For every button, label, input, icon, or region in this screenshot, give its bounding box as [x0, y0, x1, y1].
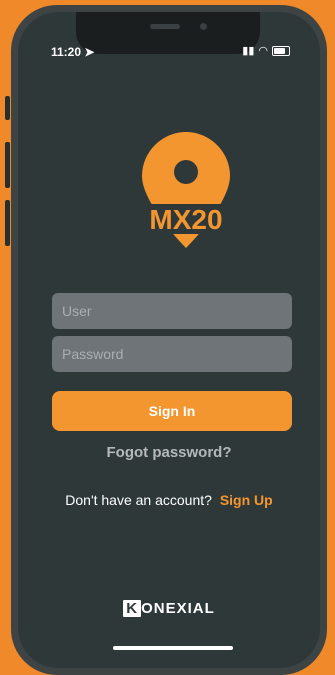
wifi-icon: ◠ [258, 45, 268, 57]
sign-up-link[interactable]: Sign Up [220, 492, 273, 508]
speaker [150, 24, 180, 29]
brand-rest: ONEXIAL [141, 600, 215, 617]
phone-frame: 11:20 ➤ ▮▮ ◠ MX20 Sign In Fogot password… [11, 5, 327, 675]
user-input[interactable] [52, 293, 292, 329]
logo-text: MX20 [149, 204, 222, 235]
side-button-volume-down [5, 200, 10, 246]
battery-icon [272, 45, 290, 56]
status-time-text: 11:20 [51, 45, 82, 59]
no-account-text: Don't have an account? [65, 492, 212, 508]
notch [76, 12, 260, 54]
camera [200, 23, 207, 30]
signup-row: Don't have an account? Sign Up [18, 492, 320, 508]
sign-in-button[interactable]: Sign In [52, 391, 292, 431]
status-icons: ▮▮ ◠ [242, 44, 290, 57]
forgot-password-link[interactable]: Fogot password? [18, 444, 320, 461]
side-button-volume-up [5, 142, 10, 188]
mx20-logo: MX20 [126, 132, 246, 248]
screen: 11:20 ➤ ▮▮ ◠ MX20 Sign In Fogot password… [18, 12, 320, 668]
pin-hole [174, 160, 198, 184]
brand-first-letter: K [123, 600, 142, 617]
signal-icon: ▮▮ [242, 45, 255, 57]
password-input[interactable] [52, 336, 292, 372]
konexial-logo: K ONEXIAL [18, 600, 320, 617]
status-time: 11:20 ➤ [51, 45, 94, 59]
side-button-mute [5, 96, 10, 120]
home-indicator[interactable] [113, 646, 233, 650]
location-arrow-icon: ➤ [84, 45, 95, 59]
